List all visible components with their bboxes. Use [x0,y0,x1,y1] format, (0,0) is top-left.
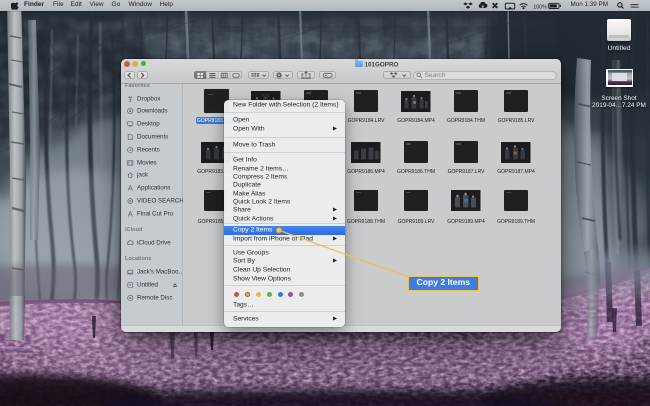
svg-text:100%: 100% [533,4,547,10]
